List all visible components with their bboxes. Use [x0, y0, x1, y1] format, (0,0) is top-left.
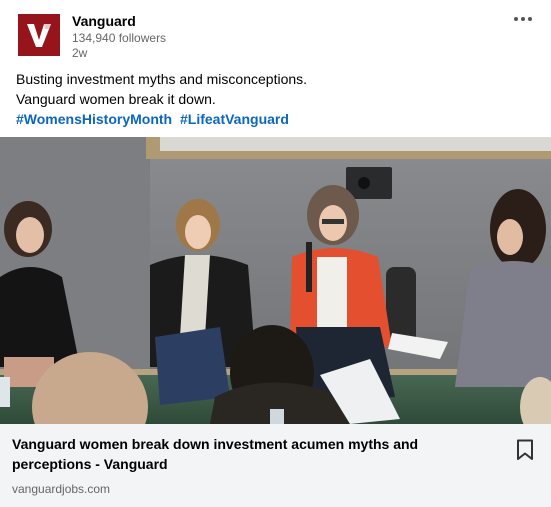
vanguard-logo-icon — [18, 14, 60, 56]
more-horizontal-icon — [521, 17, 525, 21]
follower-count: 134,940 followers — [72, 31, 167, 45]
post-timestamp: 2w — [72, 46, 88, 60]
hashtag-link[interactable]: #WomensHistoryMonth — [16, 111, 172, 127]
save-button[interactable] — [515, 439, 535, 461]
linkedin-post: Vanguard 134,940 followers 2w Busting in… — [0, 0, 551, 507]
link-preview-card[interactable]: Vanguard women break down investment acu… — [0, 424, 551, 507]
post-text: Busting investment myths and misconcepti… — [16, 69, 307, 129]
hashtag-link[interactable]: #LifeatVanguard — [180, 111, 289, 127]
more-horizontal-icon — [514, 17, 518, 21]
company-name[interactable]: Vanguard — [72, 13, 136, 29]
post-text-line: Vanguard women break it down. — [16, 91, 216, 107]
post-image[interactable] — [0, 137, 551, 424]
link-domain: vanguardjobs.com — [12, 482, 111, 496]
post-header: Vanguard 134,940 followers 2w — [0, 0, 551, 64]
bookmark-icon — [517, 439, 533, 460]
post-text-line: Busting investment myths and misconcepti… — [16, 71, 308, 87]
more-horizontal-icon — [528, 17, 532, 21]
link-title[interactable]: Vanguard women break down investment acu… — [12, 434, 452, 474]
company-logo[interactable] — [18, 14, 60, 56]
panel-discussion-photo — [0, 137, 551, 424]
hashtag-list: #WomensHistoryMonth #LifeatVanguard — [16, 109, 307, 129]
more-options-button[interactable] — [510, 12, 536, 26]
